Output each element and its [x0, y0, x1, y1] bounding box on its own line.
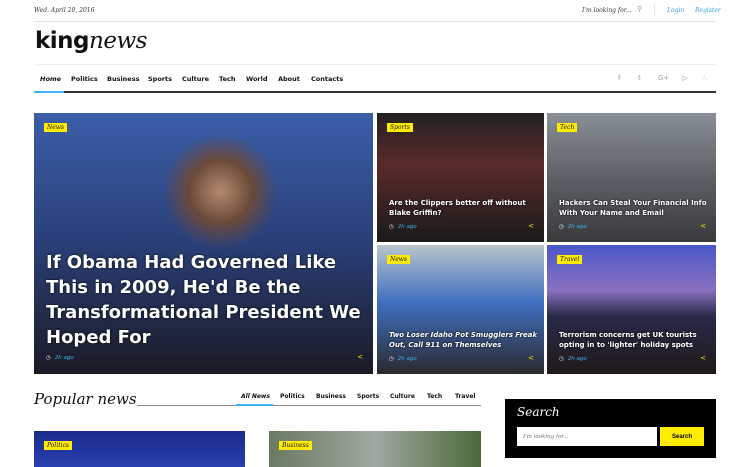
share-icon[interactable]: <: [700, 222, 706, 230]
tab-travel[interactable]: Travel: [455, 393, 475, 400]
category-tag[interactable]: Tech: [557, 123, 578, 132]
category-tag[interactable]: Travel: [557, 255, 583, 264]
time: 2h ago: [397, 224, 417, 230]
nav-politics[interactable]: Politics: [71, 75, 98, 83]
facebook-icon[interactable]: f: [618, 74, 620, 82]
article-tile[interactable]: Travel Terrorism concerns get UK tourist…: [547, 245, 716, 374]
share-icon[interactable]: <: [357, 353, 363, 361]
search-input[interactable]: [517, 427, 657, 446]
tab-sports[interactable]: Sports: [357, 393, 379, 400]
nav-tech[interactable]: Tech: [219, 75, 235, 83]
hero-article[interactable]: News If Obama Had Governed Like This in …: [34, 113, 373, 374]
logo-king: king: [35, 28, 90, 54]
article-title[interactable]: Hackers Can Steal Your Financial Info Wi…: [559, 198, 709, 218]
divider: [34, 64, 716, 65]
clock-icon: ◷: [559, 224, 564, 230]
main-nav: Home Politics Business Sports Culture Te…: [34, 71, 716, 93]
category-tag[interactable]: News: [44, 123, 68, 132]
search-button[interactable]: Search: [660, 427, 704, 446]
logo[interactable]: kingnews: [35, 28, 147, 54]
time: 2h ago: [54, 355, 74, 361]
tab-active-indicator: [236, 404, 273, 406]
article-tile[interactable]: Tech Hackers Can Steal Your Financial In…: [547, 113, 716, 242]
share-icon[interactable]: <: [700, 354, 706, 362]
article-tile[interactable]: Sports Are the Clippers better off witho…: [377, 113, 544, 242]
rss-icon[interactable]: ∴: [702, 74, 706, 82]
category-tag[interactable]: Politics: [44, 441, 73, 450]
clock-icon: ◷: [46, 355, 51, 361]
time: 2h ago: [567, 224, 587, 230]
time: 2h ago: [397, 356, 417, 362]
search-widget: Search Search: [505, 399, 716, 458]
share-icon[interactable]: <: [528, 354, 534, 362]
twitter-icon[interactable]: t: [638, 74, 641, 82]
clock-icon: ◷: [389, 224, 394, 230]
date: Wed. April 20, 2016: [34, 7, 95, 14]
register-link[interactable]: Register: [695, 7, 721, 14]
login-link[interactable]: Login: [667, 7, 684, 14]
article-title[interactable]: Two Loser Idaho Pot Smugglers Freak Out,…: [389, 330, 539, 350]
tab-tech[interactable]: Tech: [427, 393, 442, 400]
nav-contacts[interactable]: Contacts: [311, 75, 343, 83]
top-bar: Wed. April 20, 2016 I'm looking for... ⚲…: [34, 0, 721, 22]
tab-culture[interactable]: Culture: [390, 393, 415, 400]
nav-world[interactable]: World: [246, 75, 268, 83]
google-plus-icon[interactable]: G+: [658, 74, 669, 82]
hero-title[interactable]: If Obama Had Governed Like This in 2009,…: [46, 250, 366, 350]
nav-culture[interactable]: Culture: [182, 75, 209, 83]
article-tile[interactable]: News Two Loser Idaho Pot Smugglers Freak…: [377, 245, 544, 374]
news-card[interactable]: Politics: [34, 431, 245, 467]
tab-politics[interactable]: Politics: [280, 393, 305, 400]
article-title[interactable]: Terrorism concerns get UK tourists optin…: [559, 330, 714, 350]
youtube-icon[interactable]: ▷: [682, 74, 687, 82]
nav-home[interactable]: Home: [40, 75, 61, 83]
category-tag[interactable]: Business: [279, 441, 312, 450]
news-card[interactable]: Business: [269, 431, 481, 467]
nav-business[interactable]: Business: [107, 75, 139, 83]
section-title: Popular news: [34, 390, 137, 408]
time: 2h ago: [567, 356, 587, 362]
widget-title: Search: [517, 405, 560, 419]
article-title[interactable]: Are the Clippers better off without Blak…: [389, 198, 539, 218]
logo-news: news: [89, 28, 147, 54]
top-search-input[interactable]: I'm looking for...: [582, 7, 632, 14]
category-tag[interactable]: Sports: [387, 123, 413, 132]
clock-icon: ◷: [389, 356, 394, 362]
clock-icon: ◷: [559, 356, 564, 362]
tab-business[interactable]: Business: [316, 393, 346, 400]
nav-about[interactable]: About: [278, 75, 300, 83]
divider: [654, 4, 655, 16]
share-icon[interactable]: <: [528, 222, 534, 230]
search-icon[interactable]: ⚲: [637, 5, 642, 13]
tab-all-news[interactable]: All News: [241, 393, 270, 400]
category-tag[interactable]: News: [387, 255, 411, 264]
divider: [137, 405, 481, 406]
nav-sports[interactable]: Sports: [148, 75, 172, 83]
nav-active-indicator: [34, 91, 64, 93]
